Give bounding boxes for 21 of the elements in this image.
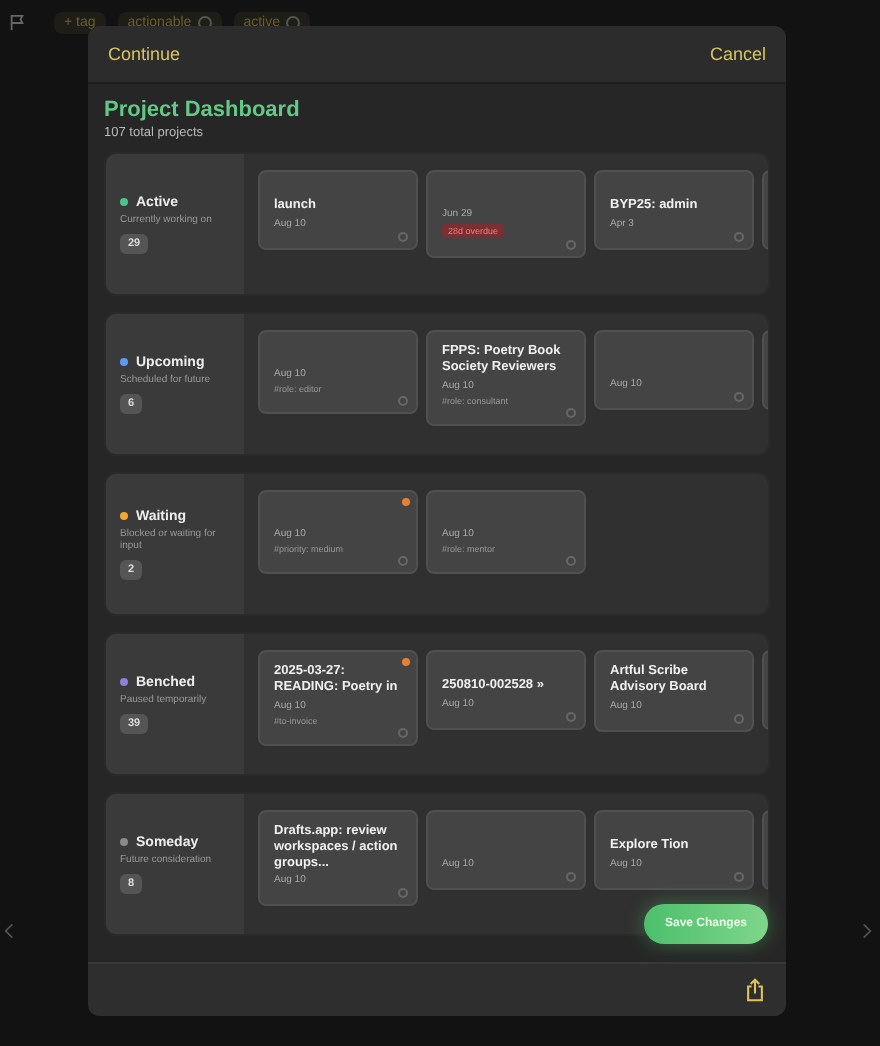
corner-icon: [566, 872, 576, 882]
corner-icon: [566, 240, 576, 250]
corner-icon: [734, 872, 744, 882]
share-icon[interactable]: [744, 978, 766, 1002]
corner-icon: [734, 392, 744, 402]
corner-icon: [566, 407, 576, 418]
chevron-left-icon[interactable]: [4, 922, 14, 940]
corner-icon: [398, 232, 408, 242]
corner-icon: [566, 712, 576, 722]
corner-icon: [398, 396, 408, 406]
corner-icon: [398, 888, 408, 899]
corner-icon: [398, 727, 408, 738]
chevron-right-icon[interactable]: [862, 922, 872, 940]
flag-icon[interactable]: [8, 14, 26, 32]
corner-icon: [398, 556, 408, 566]
continue-button[interactable]: Continue: [108, 44, 181, 64]
dashboard-title: Project Dashboard: [104, 98, 302, 122]
corner-icon: [734, 232, 744, 242]
corner-icon: [566, 556, 576, 566]
corner-icon: [734, 713, 744, 724]
cancel-button[interactable]: Cancel: [709, 44, 766, 64]
